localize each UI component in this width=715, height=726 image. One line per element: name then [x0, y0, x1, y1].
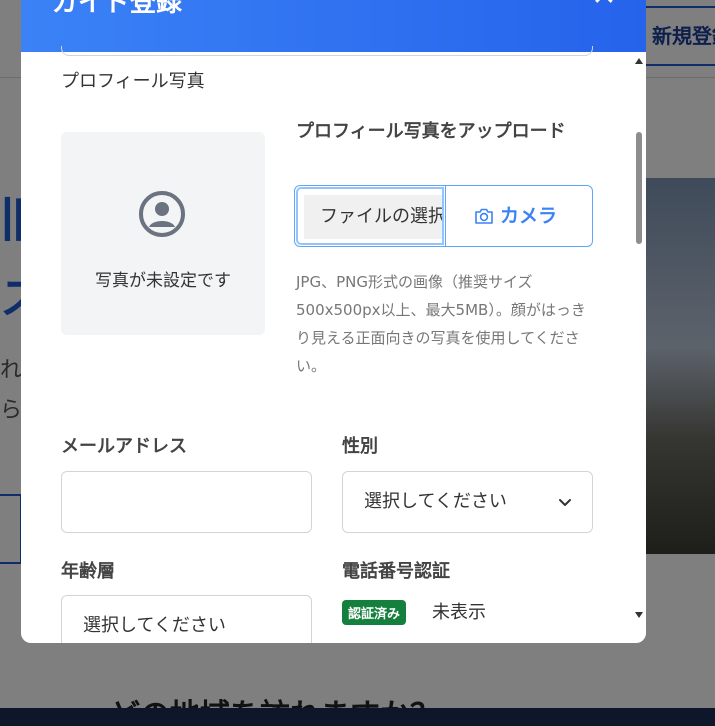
photo-empty-text: 写真が未設定です [95, 271, 231, 291]
guide-registration-modal: ガイド登録 ✕ プロフィール写真 写真が未設定です プロフィール写真をアップロー… [21, 0, 646, 643]
phone-verification-label: 電話番号認証 [342, 561, 450, 582]
modal-title: ガイド登録 [52, 0, 183, 18]
modal-header: ガイド登録 ✕ [21, 0, 646, 52]
email-field[interactable] [61, 471, 312, 533]
user-circle-icon [139, 191, 185, 237]
scroll-down-icon[interactable] [635, 612, 643, 618]
scrollbar-thumb[interactable] [636, 132, 642, 244]
chevron-down-icon [559, 499, 571, 506]
age-label: 年齢層 [61, 561, 115, 582]
previous-field-edge [61, 46, 593, 56]
upload-help-text: JPG、PNG形式の画像（推奨サイズ500x500px以上、最大5MB）。顔がは… [296, 273, 586, 375]
age-select[interactable]: 選択してください [61, 595, 312, 643]
scroll-up-icon[interactable] [635, 58, 643, 64]
phone-value: 未表示 [432, 602, 486, 623]
email-label: メールアドレス [61, 436, 187, 457]
camera-icon [475, 208, 493, 224]
file-select-button[interactable]: ファイルの選択 [296, 187, 444, 245]
camera-button[interactable]: カメラ [445, 186, 593, 246]
age-selected-value: 選択してください [83, 615, 226, 636]
gender-label: 性別 [342, 436, 378, 457]
profile-photo-preview: 写真が未設定です [61, 132, 265, 335]
modal-body: プロフィール写真 写真が未設定です プロフィール写真をアップロード ファイルの選… [21, 46, 646, 643]
file-select-label: ファイルの選択 [304, 195, 442, 239]
upload-button-group: ファイルの選択 カメラ [294, 185, 593, 247]
close-icon[interactable]: ✕ [588, 0, 620, 12]
gender-select[interactable]: 選択してください [342, 471, 593, 533]
upload-title: プロフィール写真をアップロード [296, 121, 566, 142]
verified-badge: 認証済み [342, 600, 407, 625]
camera-label: カメラ [500, 205, 558, 227]
profile-photo-label: プロフィール写真 [61, 71, 205, 92]
gender-selected-value: 選択してください [364, 491, 507, 512]
